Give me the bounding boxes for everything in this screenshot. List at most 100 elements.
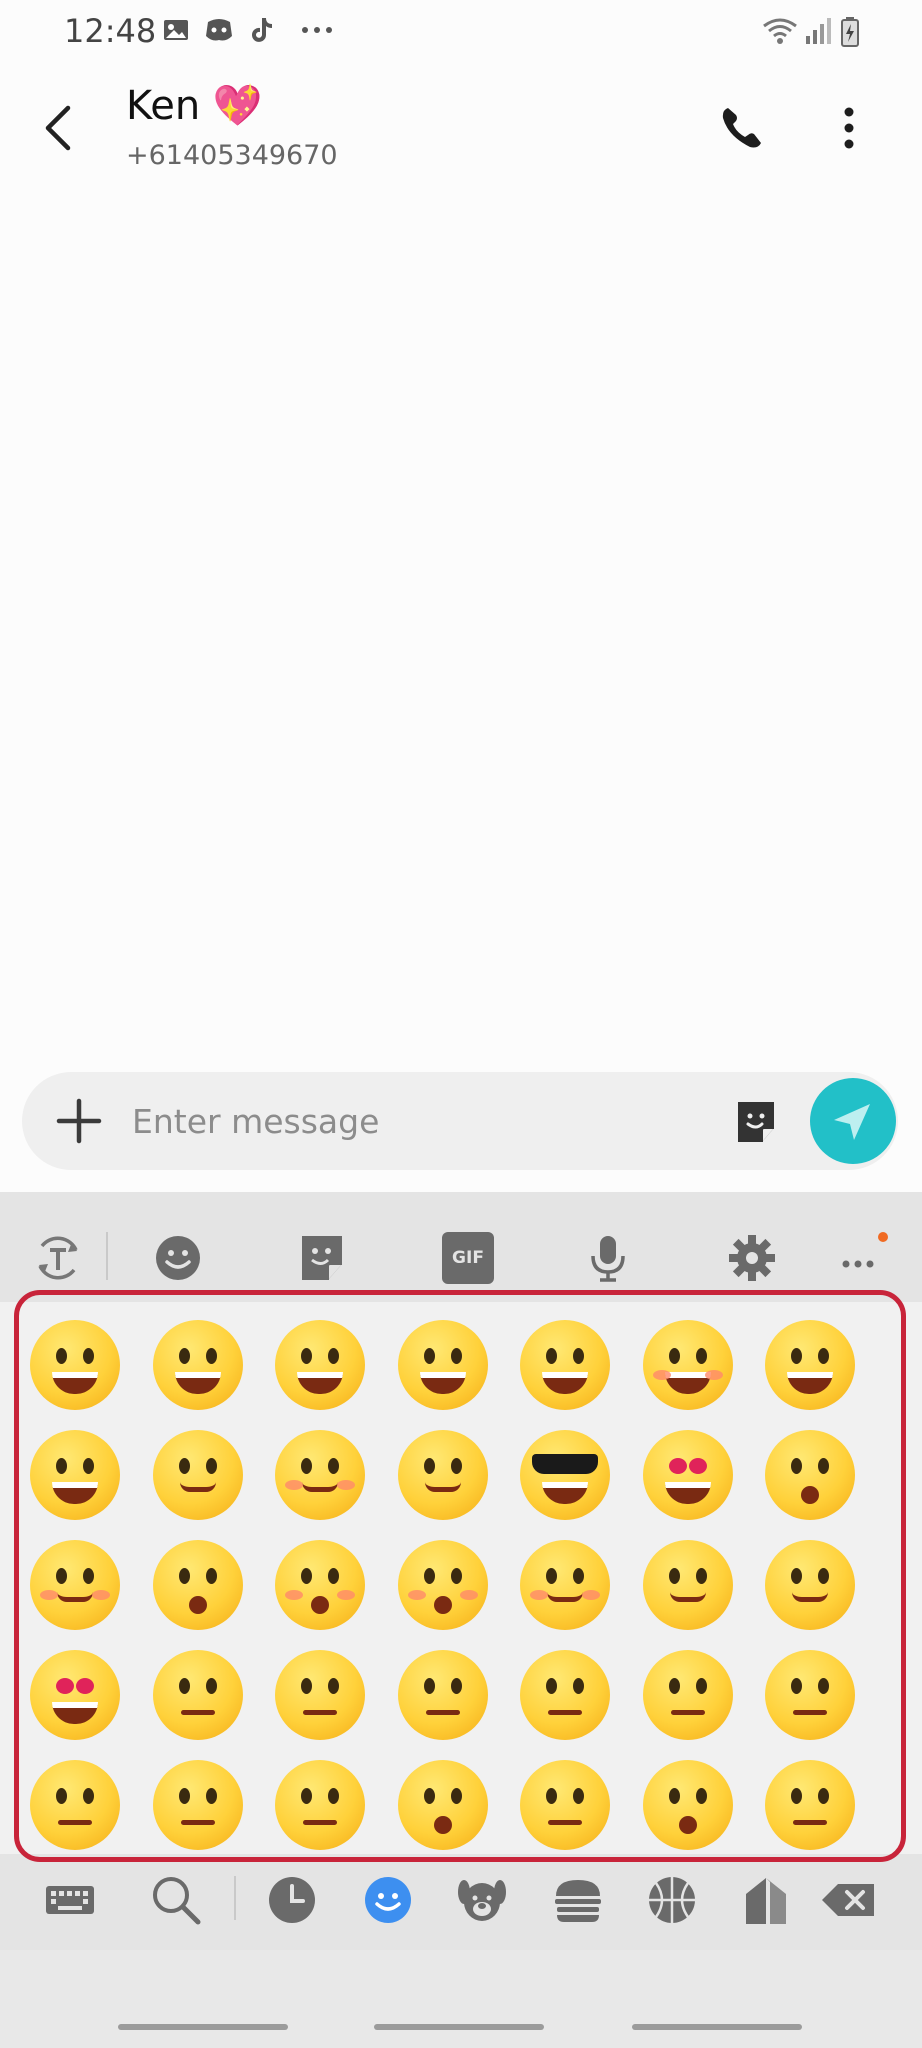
- squinting-laughing-face-face-graphic: [30, 1430, 121, 1520]
- raised-eyebrow-face-face-graphic: [275, 1650, 366, 1740]
- grinning-face-face-graphic: [30, 1320, 121, 1410]
- plus-icon[interactable]: [56, 1098, 102, 1144]
- rolling-eyes-face[interactable]: [749, 1640, 872, 1750]
- no-mouth-face[interactable]: [627, 1640, 750, 1750]
- expressionless-face[interactable]: [504, 1640, 627, 1750]
- grinning-big-eyes-face[interactable]: [504, 1310, 627, 1420]
- translate-icon[interactable]: [32, 1232, 84, 1284]
- sunglasses-face-face-graphic: [520, 1430, 611, 1520]
- recent-clock-icon[interactable]: [266, 1874, 318, 1926]
- persevering-face[interactable]: [137, 1750, 260, 1860]
- battery-charging-icon: [841, 17, 859, 47]
- kissing-smiling-eyes-face-face-graphic: [275, 1540, 366, 1630]
- gif-label: GIF: [452, 1248, 484, 1268]
- zipper-mouth-face-face-graphic: [520, 1760, 611, 1850]
- gif-icon[interactable]: GIF: [442, 1232, 494, 1284]
- status-time: 12:48: [64, 12, 157, 50]
- places-category-icon[interactable]: [740, 1874, 792, 1926]
- activity-category-icon[interactable]: [646, 1874, 698, 1926]
- sleepy-face[interactable]: [749, 1750, 872, 1860]
- kissing-smiling-eyes-face[interactable]: [259, 1530, 382, 1640]
- backspace-icon[interactable]: [820, 1874, 878, 1926]
- heart-eyes-face[interactable]: [627, 1420, 750, 1530]
- discord-icon: [206, 19, 232, 41]
- open-mouth-face-face-graphic: [397, 1760, 488, 1850]
- phone-icon[interactable]: [718, 104, 766, 152]
- grinning-sweat-face[interactable]: [749, 1310, 872, 1420]
- mic-icon[interactable]: [582, 1232, 634, 1284]
- sleepy-face-face-graphic: [765, 1760, 856, 1850]
- smiling-hearts-face[interactable]: [14, 1530, 137, 1640]
- thinking-face[interactable]: [137, 1640, 260, 1750]
- smiley-category-icon[interactable]: [362, 1874, 414, 1926]
- sticker-icon[interactable]: [296, 1232, 348, 1284]
- nav-recents-handle[interactable]: [118, 2024, 288, 2030]
- tears-of-joy-face-face-graphic: [275, 1320, 366, 1410]
- kissing-closed-eyes-face[interactable]: [382, 1530, 505, 1640]
- neutral-face[interactable]: [382, 1640, 505, 1750]
- message-composer: [22, 1072, 898, 1170]
- kissing-heart-face-face-graphic: [765, 1430, 856, 1520]
- settings-icon[interactable]: [726, 1232, 778, 1284]
- hushed-face-face-graphic: [642, 1760, 733, 1850]
- animal-category-icon[interactable]: [456, 1874, 508, 1926]
- tiktok-icon: [252, 18, 272, 42]
- messaging-screen: 12:48 Ken 💖 +61405349670 GIF: [0, 0, 922, 2048]
- sad-sweat-face-face-graphic: [275, 1760, 366, 1850]
- send-button[interactable]: [810, 1078, 896, 1164]
- wifi-icon: [763, 18, 797, 44]
- expressionless-face-face-graphic: [520, 1650, 611, 1740]
- more-vertical-icon[interactable]: [836, 104, 862, 152]
- contact-number: +61405349670: [126, 140, 338, 171]
- open-mouth-face[interactable]: [382, 1750, 505, 1860]
- smirking-face[interactable]: [14, 1750, 137, 1860]
- grinning-face[interactable]: [14, 1310, 137, 1420]
- winking-face-face-graphic: [152, 1430, 243, 1520]
- slightly-smiling-face[interactable]: [627, 1530, 750, 1640]
- smiling-hearts-face-face-graphic: [30, 1540, 121, 1630]
- beaming-face[interactable]: [137, 1310, 260, 1420]
- slightly-smiling-face-face-graphic: [642, 1540, 733, 1630]
- grinning-smiling-eyes-face[interactable]: [627, 1310, 750, 1420]
- sad-sweat-face[interactable]: [259, 1750, 382, 1860]
- contact-name: Ken 💖: [126, 83, 263, 129]
- nav-back-handle[interactable]: [632, 2024, 802, 2030]
- notification-dot: [878, 1232, 888, 1242]
- raised-eyebrow-face[interactable]: [259, 1640, 382, 1750]
- food-category-icon[interactable]: [552, 1874, 604, 1926]
- rolling-laughing-face[interactable]: [382, 1310, 505, 1420]
- emoji-row: [14, 1640, 908, 1750]
- persevering-face-face-graphic: [152, 1760, 243, 1850]
- image-icon: [164, 20, 188, 40]
- yum-face[interactable]: [382, 1420, 505, 1530]
- neutral-face-face-graphic: [397, 1650, 488, 1740]
- squinting-laughing-face[interactable]: [14, 1420, 137, 1530]
- emoji-keyboard: GIF: [0, 1192, 922, 2048]
- nav-home-handle[interactable]: [374, 2024, 544, 2030]
- category-divider: [234, 1876, 236, 1920]
- grinning-big-eyes-face-face-graphic: [520, 1320, 611, 1410]
- sunglasses-face[interactable]: [504, 1420, 627, 1530]
- emoji-category-bar: [0, 1854, 922, 1950]
- hushed-face[interactable]: [627, 1750, 750, 1860]
- sticker-icon[interactable]: [732, 1098, 780, 1146]
- hugging-face[interactable]: [749, 1530, 872, 1640]
- grinning-smiling-eyes-face-face-graphic: [642, 1320, 733, 1410]
- status-bar: 12:48: [0, 0, 922, 66]
- message-input[interactable]: [132, 1088, 692, 1154]
- relaxed-face[interactable]: [504, 1530, 627, 1640]
- kissing-face-face-graphic: [152, 1540, 243, 1630]
- winking-face[interactable]: [137, 1420, 260, 1530]
- smiling-eyes-face[interactable]: [259, 1420, 382, 1530]
- kissing-heart-face[interactable]: [749, 1420, 872, 1530]
- star-struck-face[interactable]: [14, 1640, 137, 1750]
- back-button[interactable]: [38, 100, 82, 156]
- star-struck-face-face-graphic: [30, 1650, 121, 1740]
- kissing-face[interactable]: [137, 1530, 260, 1640]
- emoji-icon[interactable]: [152, 1232, 204, 1284]
- tears-of-joy-face[interactable]: [259, 1310, 382, 1420]
- keyboard-icon[interactable]: [44, 1874, 96, 1926]
- search-icon[interactable]: [150, 1874, 202, 1926]
- signal-icon: [806, 18, 831, 44]
- zipper-mouth-face[interactable]: [504, 1750, 627, 1860]
